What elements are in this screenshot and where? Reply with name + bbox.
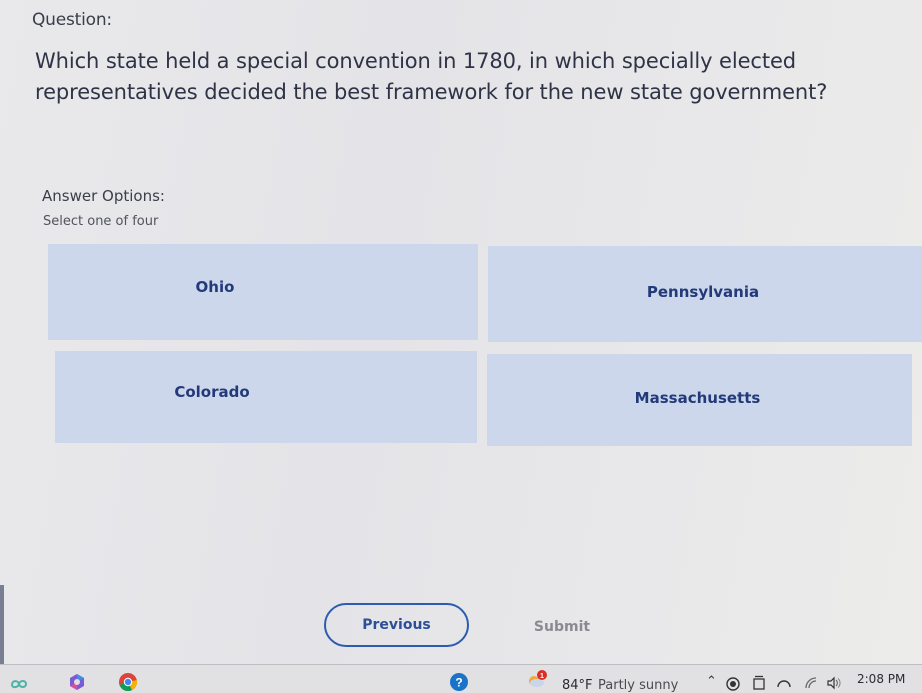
weather-partly-sunny-icon[interactable]: 1	[526, 669, 548, 691]
answer-option-colorado[interactable]: Colorado	[55, 351, 477, 443]
weather-condition[interactable]: Partly sunny	[598, 678, 678, 693]
answer-option-label: Ohio	[195, 278, 235, 296]
question-label: Question:	[32, 10, 112, 30]
quiz-screen: Question: Which state held a special con…	[0, 0, 922, 693]
help-icon[interactable]: ?	[448, 671, 470, 693]
cloud-sync-icon[interactable]	[776, 676, 792, 690]
clock-time[interactable]: 2:08 PM	[857, 672, 905, 686]
answer-option-ohio[interactable]: Ohio	[48, 244, 478, 340]
weather-temperature[interactable]: 84°F	[562, 678, 593, 693]
taskbar: ? 1 84°F Partly sunny ⌃ 2:08 PM	[0, 664, 922, 693]
answer-instruction: Select one of four	[43, 214, 159, 229]
wifi-icon[interactable]	[804, 676, 818, 690]
answer-option-label: Colorado	[174, 383, 250, 401]
record-icon[interactable]	[726, 677, 740, 691]
answer-option-label: Pennsylvania	[646, 283, 760, 301]
previous-button[interactable]: Previous	[324, 603, 469, 647]
weather-badge-count: 1	[540, 673, 544, 680]
window-edge	[0, 585, 4, 664]
svg-text:?: ?	[455, 676, 462, 690]
show-hidden-icons-chevron-icon[interactable]: ⌃	[706, 674, 717, 689]
microsoft-365-icon[interactable]	[66, 671, 88, 693]
chrome-icon[interactable]	[117, 671, 139, 693]
infinity-app-icon[interactable]	[8, 671, 30, 693]
submit-button[interactable]: Submit	[520, 615, 604, 639]
speaker-volume-icon[interactable]	[826, 676, 842, 690]
pen-tablet-icon[interactable]	[752, 675, 766, 691]
answer-options-label: Answer Options:	[42, 187, 165, 205]
answer-option-label: Massachusetts	[634, 389, 761, 407]
answer-option-massachusetts[interactable]: Massachusetts	[487, 354, 912, 446]
question-text: Which state held a special convention in…	[35, 49, 828, 104]
answer-option-pennsylvania[interactable]: Pennsylvania	[488, 246, 922, 342]
